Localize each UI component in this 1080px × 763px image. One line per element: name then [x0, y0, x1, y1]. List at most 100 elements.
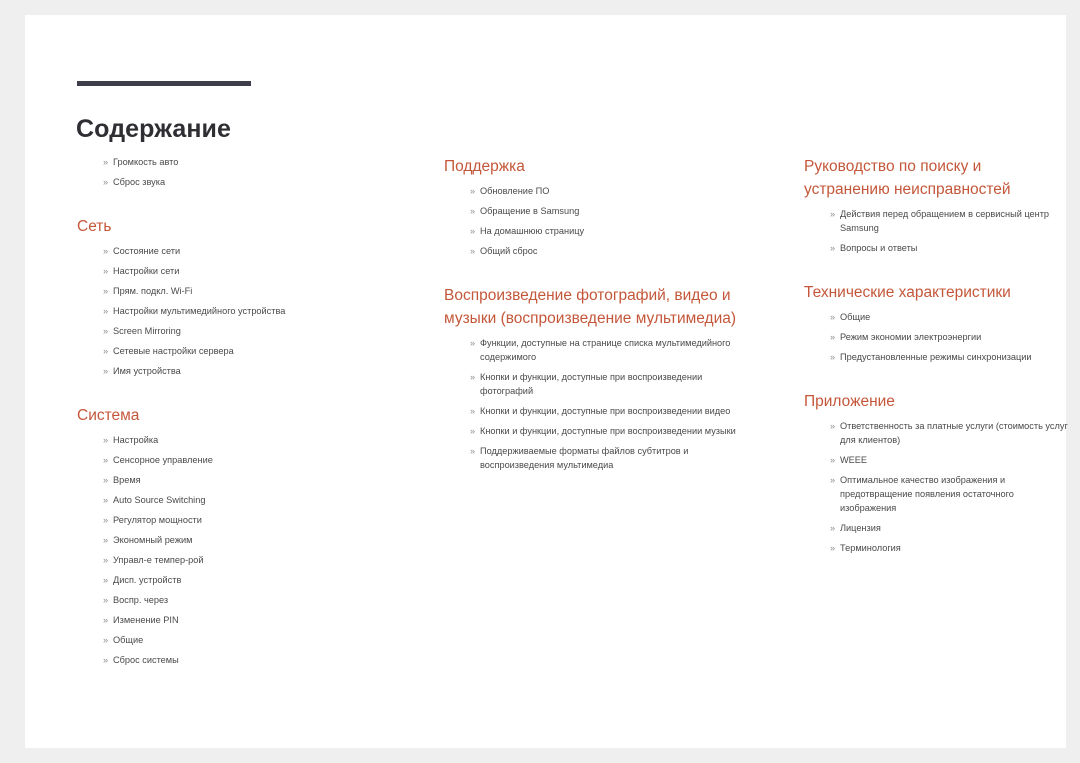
bullet-icon: »: [470, 426, 476, 436]
bullet-icon: »: [103, 535, 109, 545]
column-middle: Поддержка » Обновление ПО » Обращение в Sams…: [444, 155, 754, 472]
bullet-icon: »: [103, 435, 109, 445]
toc-section: Технические характеристики » Общие » Режим э…: [804, 281, 1069, 364]
toc-section-heading[interactable]: Система: [77, 404, 407, 427]
bullet-icon: »: [103, 655, 109, 665]
toc-entry[interactable]: » Сброс звука: [103, 175, 407, 189]
bullet-icon: »: [470, 372, 476, 382]
toc-entry[interactable]: » WEEE: [830, 453, 1069, 467]
toc-entry[interactable]: » Сенсорное управление: [103, 453, 407, 467]
toc-entry[interactable]: » Громкость авто: [103, 155, 407, 169]
toc-list: » Общие » Режим экономии электроэнергии » Пре…: [804, 310, 1069, 364]
toc-section-heading[interactable]: Поддержка: [444, 155, 754, 178]
toc-entry[interactable]: » Кнопки и функции, доступные при воспрои…: [470, 370, 754, 398]
toc-entry[interactable]: » Функции, доступные на странице списка м…: [470, 336, 754, 364]
toc-entry[interactable]: » Ответственность за платные услуги (стои…: [830, 419, 1069, 447]
toc-section-heading[interactable]: Руководство по поиску и устранению неисп…: [804, 155, 1069, 201]
toc-entry-label: Настройки мультимедийного устройства: [113, 306, 286, 316]
toc-entry[interactable]: » Время: [103, 473, 407, 487]
toc-entry[interactable]: » Управл-е темпер-рой: [103, 553, 407, 567]
toc-section: Воспроизведение фотографий, видео и музы…: [444, 284, 754, 472]
toc-list: » Ответственность за платные услуги (стои…: [804, 419, 1069, 555]
bullet-icon: »: [470, 338, 476, 348]
toc-entry[interactable]: » Общие: [103, 633, 407, 647]
toc-entry-label: Сброс звука: [113, 177, 166, 187]
toc-entry[interactable]: » Общий сброс: [470, 244, 754, 258]
bullet-icon: »: [830, 243, 836, 253]
toc-entry[interactable]: » Экономный режим: [103, 533, 407, 547]
bullet-icon: »: [103, 595, 109, 605]
toc-entry-label: Ответственность за платные услуги (стоим…: [840, 421, 1068, 445]
toc-list: » Настройка » Сенсорное управление » Время » Au…: [77, 433, 407, 667]
toc-entry[interactable]: » Дисп. устройств: [103, 573, 407, 587]
toc-entry[interactable]: » Настройка: [103, 433, 407, 447]
toc-entry[interactable]: » Регулятор мощности: [103, 513, 407, 527]
toc-section-heading[interactable]: Технические характеристики: [804, 281, 1069, 304]
toc-entry[interactable]: » Кнопки и функции, доступные при воспрои…: [470, 424, 754, 438]
column-left: » Громкость авто » Сброс звука Сеть » Состояни…: [77, 155, 407, 667]
toc-entry[interactable]: » Лицензия: [830, 521, 1069, 535]
toc-entry[interactable]: » Поддерживаемые форматы файлов субтитров…: [470, 444, 754, 472]
document-page: Содержание » Громкость авто » Сброс звука Се…: [25, 15, 1069, 748]
bullet-icon: »: [103, 157, 109, 167]
toc-section: » Громкость авто » Сброс звука: [77, 155, 407, 189]
toc-entry[interactable]: » Screen Mirroring: [103, 324, 407, 338]
toc-entry[interactable]: » На домашнюю страницу: [470, 224, 754, 238]
toc-entry-label: Screen Mirroring: [113, 326, 181, 336]
toc-entry-label: Настройка: [113, 435, 159, 445]
bullet-icon: »: [103, 455, 109, 465]
toc-entry-label: Дисп. устройств: [113, 575, 182, 585]
toc-entry-label: Экономный режим: [113, 535, 193, 545]
bullet-icon: »: [470, 446, 476, 456]
bullet-icon: »: [470, 186, 476, 196]
toc-entry[interactable]: » Состояние сети: [103, 244, 407, 258]
toc-entry[interactable]: » Имя устройства: [103, 364, 407, 378]
toc-entry[interactable]: » Обновление ПО: [470, 184, 754, 198]
bullet-icon: »: [103, 495, 109, 505]
bullet-icon: »: [103, 475, 109, 485]
toc-section-heading[interactable]: Воспроизведение фотографий, видео и музы…: [444, 284, 754, 330]
toc-entry[interactable]: » Сетевые настройки сервера: [103, 344, 407, 358]
title-rule: [77, 81, 251, 86]
column-right: Руководство по поиску и устранению неисп…: [804, 155, 1069, 555]
toc-entry[interactable]: » Режим экономии электроэнергии: [830, 330, 1069, 344]
bullet-icon: »: [830, 352, 836, 362]
toc-entry[interactable]: » Предустановленные режимы синхронизации: [830, 350, 1069, 364]
toc-section: Поддержка » Обновление ПО » Обращение в Sams…: [444, 155, 754, 258]
toc-entry-label: Функции, доступные на странице списка му…: [480, 338, 731, 362]
toc-entry[interactable]: » Воспр. через: [103, 593, 407, 607]
bullet-icon: »: [103, 246, 109, 256]
toc-section-heading[interactable]: Сеть: [77, 215, 407, 238]
page-title: Содержание: [76, 114, 232, 143]
bullet-icon: »: [103, 306, 109, 316]
bullet-icon: »: [103, 366, 109, 376]
toc-entry-label: Вопросы и ответы: [840, 243, 918, 253]
toc-entry[interactable]: » Общие: [830, 310, 1069, 324]
toc-entry-label: Время: [113, 475, 141, 485]
bullet-icon: »: [830, 543, 836, 553]
toc-list: » Функции, доступные на странице списка м…: [444, 336, 754, 472]
toc-entry-label: Поддерживаемые форматы файлов субтитров …: [480, 446, 689, 470]
bullet-icon: »: [103, 326, 109, 336]
toc-entry-label: Изменение PIN: [113, 615, 179, 625]
toc-entry-label: Регулятор мощности: [113, 515, 202, 525]
toc-entry-label: Терминология: [840, 543, 901, 553]
toc-entry[interactable]: » Терминология: [830, 541, 1069, 555]
bullet-icon: »: [830, 312, 836, 322]
toc-entry[interactable]: » Изменение PIN: [103, 613, 407, 627]
toc-entry[interactable]: » Настройки мультимедийного устройства: [103, 304, 407, 318]
toc-entry[interactable]: » Обращение в Samsung: [470, 204, 754, 218]
toc-entry[interactable]: » Сброс системы: [103, 653, 407, 667]
toc-entry[interactable]: » Вопросы и ответы: [830, 241, 1069, 255]
bullet-icon: »: [830, 455, 836, 465]
toc-entry-label: Предустановленные режимы синхронизации: [840, 352, 1032, 362]
bullet-icon: »: [830, 475, 836, 485]
toc-entry-label: Кнопки и функции, доступные при воспроиз…: [480, 426, 736, 436]
toc-entry[interactable]: » Кнопки и функции, доступные при воспрои…: [470, 404, 754, 418]
toc-entry[interactable]: » Настройки сети: [103, 264, 407, 278]
toc-entry[interactable]: » Оптимальное качество изображения и пред…: [830, 473, 1069, 515]
toc-entry[interactable]: » Прям. подкл. Wi-Fi: [103, 284, 407, 298]
toc-section-heading[interactable]: Приложение: [804, 390, 1069, 413]
toc-entry[interactable]: » Действия перед обращением в сервисный ц…: [830, 207, 1069, 235]
toc-entry[interactable]: » Auto Source Switching: [103, 493, 407, 507]
